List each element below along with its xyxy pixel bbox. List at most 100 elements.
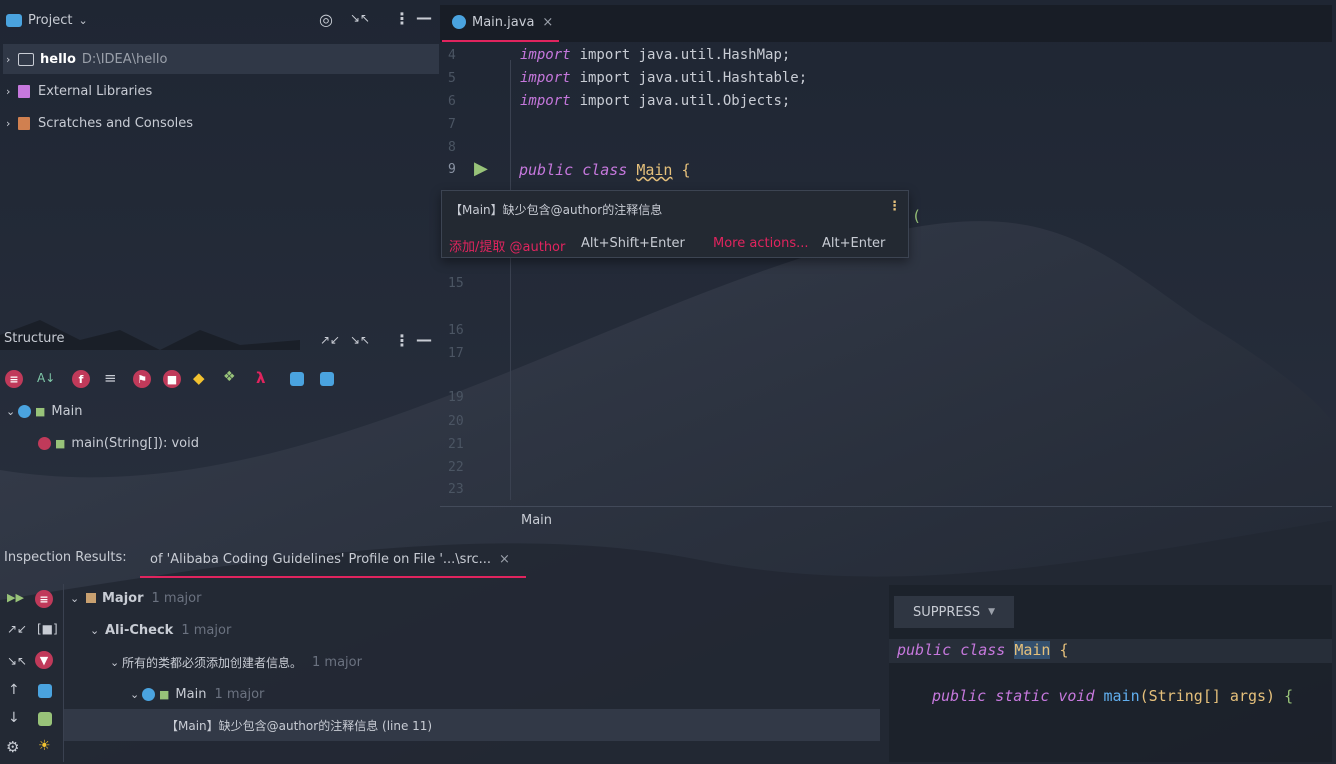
lambda-icon[interactable]: λ	[256, 369, 266, 387]
shortcut-label: Alt+Shift+Enter	[581, 236, 685, 251]
import-text: import java.util.HashMap;	[579, 47, 791, 63]
collapse-icon[interactable]: ↘↖	[350, 11, 370, 25]
close-icon[interactable]: ×	[499, 552, 510, 567]
tree-item-label: External Libraries	[38, 83, 153, 99]
minimize-icon[interactable]: —	[416, 8, 432, 27]
expand-icon[interactable]: ↗↙	[320, 333, 340, 347]
chevron-right-icon: ›	[6, 52, 11, 66]
code-line: import import java.util.HashMap;	[520, 47, 791, 63]
more-vertical-icon[interactable]: ⋮	[394, 9, 410, 28]
inspection-item-rule[interactable]: ⌄ 所有的类都必须添加创建者信息。 1 major	[110, 653, 362, 671]
import-text: import java.util.Objects;	[579, 93, 791, 109]
chevron-right-icon: ›	[6, 116, 11, 130]
java-class-icon	[18, 404, 31, 418]
import-text: import java.util.Hashtable;	[579, 70, 808, 86]
java-class-icon	[142, 687, 155, 701]
expand-icon[interactable]: ↗↙	[7, 622, 27, 636]
bulb-icon[interactable]: ☀	[38, 738, 51, 754]
line-number: 4	[448, 48, 456, 63]
line-number: 8	[448, 140, 456, 155]
severity-icon	[86, 593, 96, 603]
arrow-down-icon[interactable]: ↓	[8, 710, 20, 726]
more-vertical-icon[interactable]: ⋮	[394, 331, 410, 350]
lock-icon: ■	[35, 404, 46, 418]
tab-underline	[442, 40, 559, 42]
diff-icon[interactable]	[38, 684, 52, 698]
structure-item-label: Main	[51, 403, 83, 419]
chevron-right-icon: ›	[6, 84, 11, 98]
chevron-down-icon: ⌄	[78, 13, 88, 27]
tree-item-label: Main	[175, 686, 207, 702]
suppress-button[interactable]: SUPPRESS ▼	[894, 596, 1014, 628]
inspection-item-main[interactable]: ⌄ ■ Main 1 major	[130, 685, 264, 703]
breadcrumb-bar	[440, 506, 1332, 537]
group-by-severity-icon[interactable]: ≡	[35, 590, 53, 608]
show-lambdas-icon[interactable]: f	[72, 370, 90, 388]
chevron-down-icon: ⌄	[90, 623, 100, 637]
export-icon[interactable]	[38, 712, 52, 726]
target-icon[interactable]: ◎	[319, 10, 333, 29]
tag-icon[interactable]: ⚑	[133, 370, 151, 388]
run-icon[interactable]: ▶	[474, 158, 488, 179]
paren-fragment: (	[912, 207, 922, 225]
tree-item-external-libraries[interactable]: › External Libraries	[6, 82, 152, 100]
inspection-item-ali-check[interactable]: ⌄ Ali-Check 1 major	[90, 621, 231, 639]
collapse-all-icon[interactable]	[320, 372, 334, 386]
gear-icon[interactable]: ⚙	[6, 738, 19, 756]
shortcut-label: Alt+Enter	[822, 236, 886, 251]
line-number: 16	[448, 323, 464, 338]
structure-item-label: main(String[]): void	[71, 435, 199, 451]
anonymous-icon[interactable]: ❖	[223, 369, 236, 385]
scratch-icon	[18, 116, 30, 130]
line-number: 7	[448, 117, 456, 132]
inspection-item-problem[interactable]: 【Main】缺少包含@author的注释信息 (line 11)	[166, 716, 432, 734]
code-line-class: public class Main {	[519, 161, 691, 179]
tab-label: Main.java	[472, 14, 535, 30]
code-line: import import java.util.Objects;	[520, 93, 791, 109]
list-icon[interactable]: ≡	[104, 369, 117, 387]
class-name[interactable]: Main	[636, 161, 672, 179]
expand-all-icon[interactable]	[290, 372, 304, 386]
more-vertical-icon[interactable]: ⋮	[888, 199, 901, 214]
lock-icon[interactable]: ■	[163, 370, 181, 388]
tree-item-label: Major	[102, 590, 144, 606]
chevron-down-icon: ⌄	[110, 655, 120, 669]
diamond-icon[interactable]: ◆	[193, 369, 205, 387]
inspection-title: Inspection Results:	[4, 550, 127, 565]
line-number: 22	[448, 460, 464, 475]
inspection-item-major[interactable]: ⌄ Major 1 major	[70, 589, 201, 607]
minimize-icon[interactable]: —	[416, 330, 432, 349]
close-icon[interactable]: ×	[542, 15, 553, 30]
inspection-tab[interactable]: of 'Alibaba Coding Guidelines' Profile o…	[150, 550, 510, 568]
filter-icon[interactable]: ▼	[35, 651, 53, 669]
arrow-up-icon[interactable]: ↑	[8, 682, 20, 698]
code-line: import import java.util.Hashtable;	[520, 70, 808, 86]
line-number: 17	[448, 346, 464, 361]
sort-alpha-icon[interactable]: A↓	[37, 371, 55, 385]
more-actions-link[interactable]: More actions...	[713, 236, 809, 251]
intention-popup: 【Main】缺少包含@author的注释信息 ⋮ 添加/提取 @author A…	[441, 190, 909, 258]
add-author-action[interactable]: 添加/提取 @author	[449, 236, 565, 255]
structure-item-main-class[interactable]: ⌄ ■ Main	[6, 402, 82, 420]
line-number: 9	[448, 162, 456, 177]
rerun-icon[interactable]: ▶▶	[7, 591, 24, 604]
tree-item-label: hello	[40, 51, 76, 67]
tree-item-label: Scratches and Consoles	[38, 115, 194, 131]
group-by-directory-icon[interactable]: [■]	[37, 622, 58, 636]
tree-item-scratches[interactable]: › Scratches and Consoles	[6, 114, 193, 132]
preview-code-line: public static void main (String[] args) {	[932, 687, 1294, 705]
sort-visibility-icon[interactable]: ≡	[5, 370, 23, 388]
breadcrumb[interactable]: Main	[521, 513, 552, 528]
structure-title: Structure	[4, 331, 65, 346]
chevron-down-icon: ▼	[988, 607, 996, 617]
chevron-down-icon: ⌄	[6, 404, 16, 418]
collapse-icon[interactable]: ↘↖	[350, 333, 370, 347]
tree-item-hello[interactable]: › hello D:\IDEA\hello	[6, 50, 167, 68]
tab-main-java[interactable]: Main.java ×	[452, 12, 553, 32]
popup-message: 【Main】缺少包含@author的注释信息	[450, 203, 663, 217]
line-number: 15	[448, 276, 464, 291]
collapse-icon[interactable]: ↘↖	[7, 654, 27, 668]
project-header[interactable]: Project ⌄	[6, 10, 88, 30]
project-folder-icon	[6, 13, 22, 27]
structure-item-main-method[interactable]: ■ main(String[]): void	[38, 434, 199, 452]
